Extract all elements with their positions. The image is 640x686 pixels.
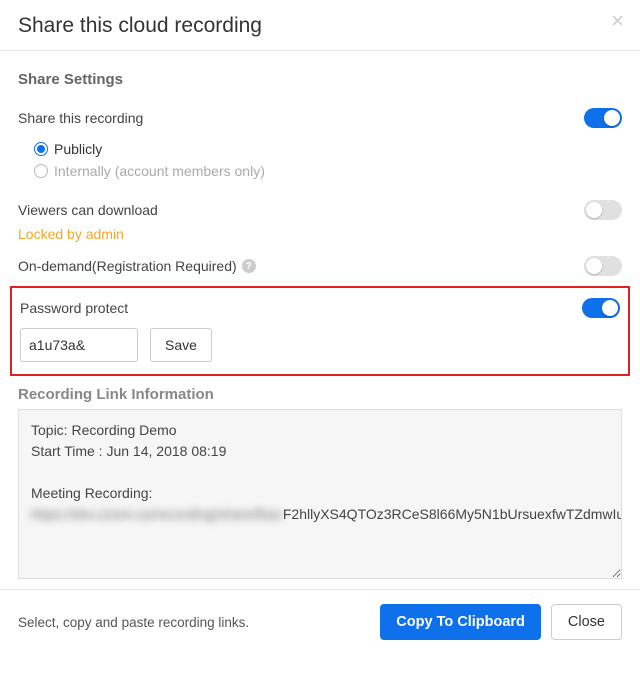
viewers-download-toggle[interactable]: [584, 200, 622, 220]
footer-buttons: Copy To Clipboard Close: [380, 604, 622, 640]
recording-link-info-box[interactable]: Topic: Recording Demo Start Time : Jun 1…: [18, 409, 622, 579]
radio-selected-icon: [34, 142, 48, 156]
modal-body: Share Settings Share this recording Publ…: [0, 51, 640, 589]
help-icon[interactable]: ?: [242, 259, 256, 273]
viewers-download-row: Viewers can download: [18, 194, 622, 226]
share-settings-heading: Share Settings: [18, 71, 622, 88]
copy-to-clipboard-button[interactable]: Copy To Clipboard: [380, 604, 541, 640]
close-button[interactable]: Close: [551, 604, 622, 640]
password-protect-highlight: Password protect Save: [10, 286, 630, 376]
on-demand-label: On-demand(Registration Required): [18, 258, 237, 274]
modal-footer: Select, copy and paste recording links. …: [0, 589, 640, 654]
share-recording-label: Share this recording: [18, 110, 143, 126]
info-link-hidden: https://dev.zoom.us/recording/share/fbac: [31, 506, 283, 522]
info-topic-label: Topic:: [31, 422, 71, 438]
locked-by-admin-note: Locked by admin: [18, 226, 622, 250]
password-protect-toggle[interactable]: [582, 298, 620, 318]
modal-header: Share this cloud recording ×: [0, 0, 640, 51]
share-internally-label: Internally (account members only): [54, 163, 265, 179]
info-link-visible: F2hllyXS4QTOz3RCeS8l66My5N1bUrsuexfwTZdm…: [283, 506, 622, 522]
close-icon[interactable]: ×: [611, 10, 624, 32]
share-recording-modal: Share this cloud recording × Share Setti…: [0, 0, 640, 654]
modal-title: Share this cloud recording: [18, 14, 622, 38]
password-input[interactable]: [20, 328, 138, 362]
info-start-time-label: Start Time :: [31, 443, 106, 459]
info-topic: Recording Demo: [71, 422, 176, 438]
share-recording-row: Share this recording: [18, 102, 622, 134]
recording-link-info-heading: Recording Link Information: [18, 386, 622, 403]
password-input-row: Save: [20, 328, 620, 362]
share-recording-toggle[interactable]: [584, 108, 622, 128]
save-password-button[interactable]: Save: [150, 328, 212, 362]
info-meeting-recording-label: Meeting Recording:: [31, 485, 152, 501]
info-start-time: Jun 14, 2018 08:19: [106, 443, 226, 459]
share-visibility-radio-group: Publicly Internally (account members onl…: [34, 138, 622, 182]
share-publicly-label: Publicly: [54, 141, 102, 157]
on-demand-toggle[interactable]: [584, 256, 622, 276]
share-internally-radio[interactable]: Internally (account members only): [34, 160, 622, 182]
share-publicly-radio[interactable]: Publicly: [34, 138, 622, 160]
password-protect-label: Password protect: [20, 300, 128, 316]
radio-unselected-icon: [34, 164, 48, 178]
footer-note: Select, copy and paste recording links.: [18, 615, 249, 630]
password-protect-row: Password protect: [20, 298, 620, 318]
viewers-download-label: Viewers can download: [18, 202, 158, 218]
on-demand-row: On-demand(Registration Required) ?: [18, 250, 622, 282]
